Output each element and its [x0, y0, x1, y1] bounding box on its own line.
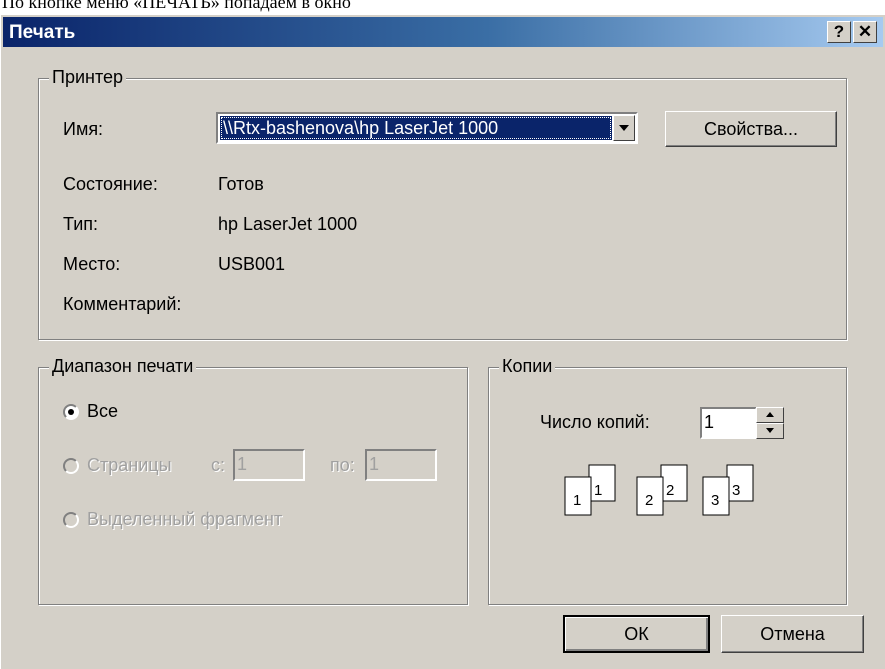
copies-count-label: Число копий: — [540, 412, 650, 432]
range-to-input[interactable]: 1 — [365, 449, 437, 481]
arrow-down-icon — [766, 428, 774, 433]
arrow-up-icon — [766, 412, 774, 417]
caption-strip: По кнопке меню «ПЕЧАТЬ» попадаем в окно — [0, 0, 885, 14]
collate-page-label: 2 — [666, 482, 674, 499]
range-all-label[interactable]: Все — [87, 401, 118, 422]
help-button[interactable]: ? — [827, 21, 851, 43]
close-button[interactable]: ✕ — [853, 21, 877, 43]
range-selection-label[interactable]: Выделенный фрагмент — [87, 509, 282, 530]
titlebar: Печать ? ✕ — [3, 17, 883, 47]
collate-page-label: 3 — [732, 482, 740, 499]
radio-dot — [68, 409, 74, 415]
where-label: Место: — [63, 254, 121, 274]
range-pages-label[interactable]: Страницы — [87, 455, 172, 476]
printer-group-legend: Принтер — [49, 67, 127, 88]
print-dialog: Печать ? ✕ Принтер Имя: \\Rtx-bashenova\… — [0, 14, 885, 669]
type-label: Тип: — [63, 214, 99, 234]
collate-page-label: 2 — [645, 492, 653, 509]
spin-up-button[interactable] — [756, 407, 784, 423]
where-value: USB001 — [218, 254, 286, 274]
range-from-label: с: — [211, 455, 226, 475]
collate-icon: 1 1 2 2 3 3 — [564, 464, 754, 516]
caption-text: По кнопке меню «ПЕЧАТЬ» попадаем в окно — [2, 0, 351, 12]
dialog-title: Печать — [9, 22, 76, 43]
collate-page-label: 3 — [711, 492, 719, 509]
print-range-legend: Диапазон печати — [49, 356, 197, 377]
status-value: Готов — [218, 174, 264, 194]
copies-spinner[interactable] — [756, 407, 784, 439]
cancel-button[interactable]: Отмена — [721, 615, 864, 653]
range-all-radio[interactable] — [63, 404, 79, 420]
printer-name-label: Имя: — [63, 119, 104, 139]
type-value: hp LaserJet 1000 — [218, 214, 358, 234]
dropdown-button[interactable] — [613, 115, 635, 141]
status-label: Состояние: — [63, 174, 158, 194]
collate-page-label: 1 — [573, 492, 581, 509]
printer-name-select[interactable]: \\Rtx-bashenova\hp LaserJet 1000 — [216, 112, 638, 144]
printer-name-value: \\Rtx-bashenova\hp LaserJet 1000 — [220, 116, 612, 140]
comment-label: Комментарий: — [63, 294, 182, 314]
range-to-label: по: — [330, 455, 355, 475]
range-pages-radio[interactable] — [63, 458, 79, 474]
range-from-input[interactable]: 1 — [233, 449, 305, 481]
range-selection-radio[interactable] — [63, 512, 79, 528]
chevron-down-icon — [619, 125, 629, 131]
ok-button[interactable]: ОК — [563, 615, 710, 653]
copies-count-input[interactable]: 1 — [700, 407, 757, 439]
properties-button[interactable]: Свойства... — [665, 111, 837, 147]
copies-legend: Копии — [499, 356, 556, 377]
collate-page-label: 1 — [594, 482, 602, 499]
spin-down-button[interactable] — [756, 423, 784, 439]
